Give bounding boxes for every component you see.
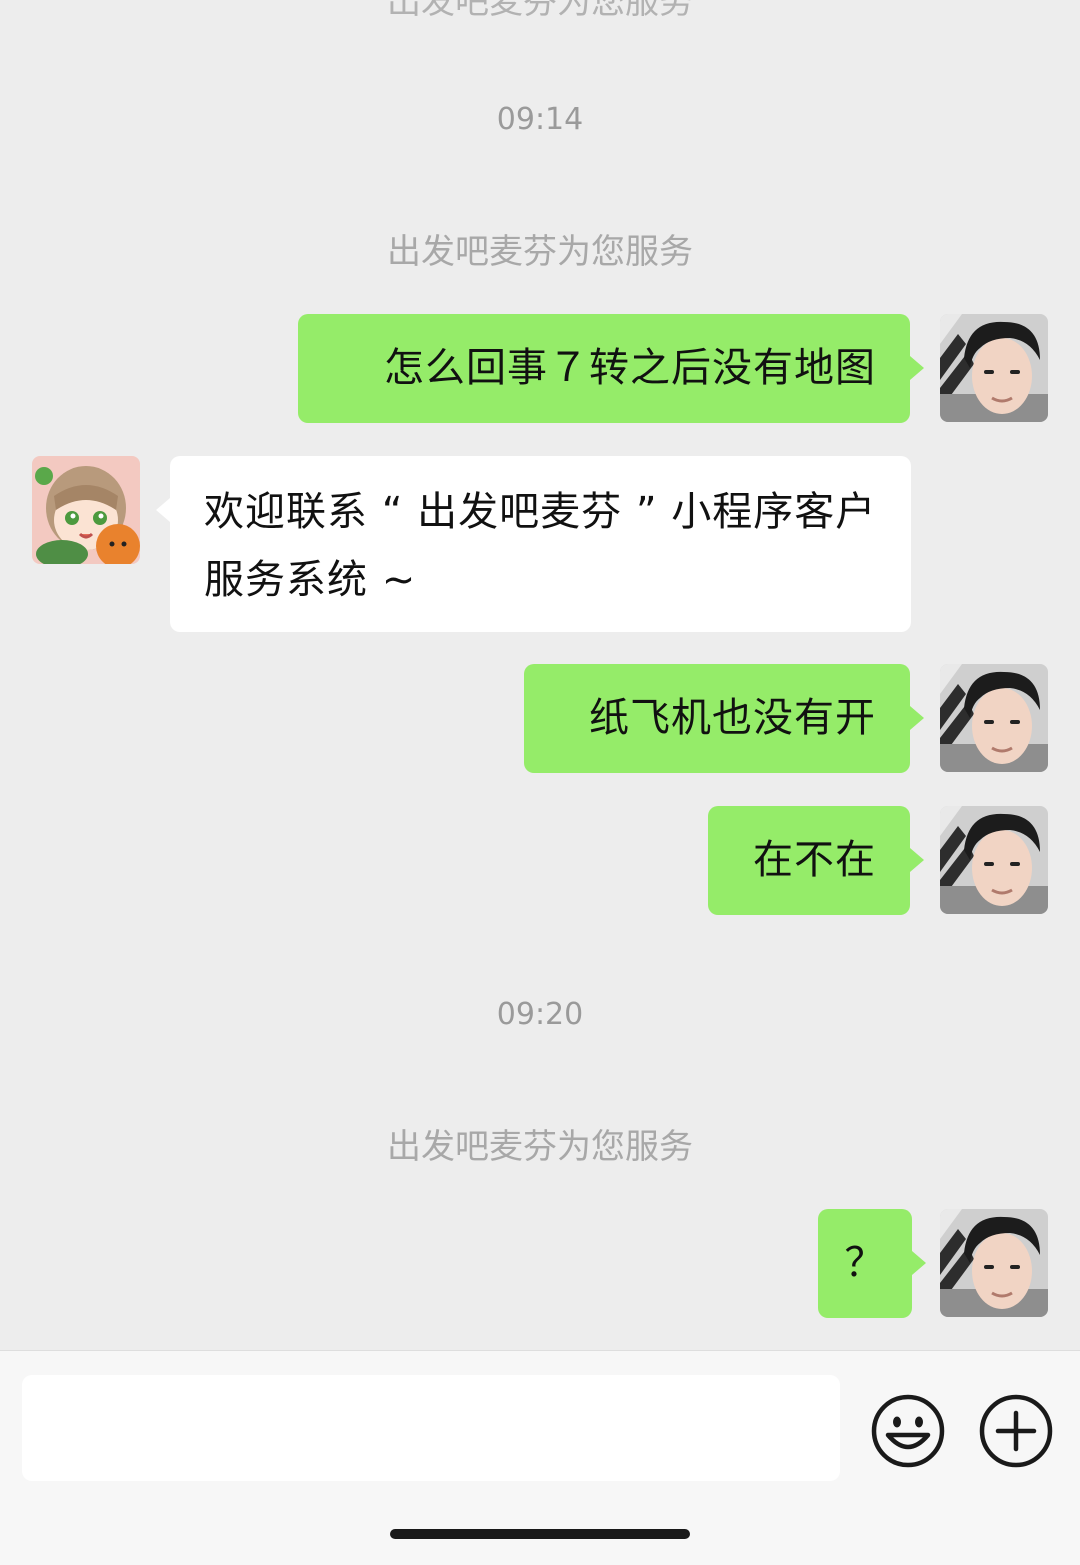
emoji-button[interactable] (870, 1393, 946, 1469)
message-input[interactable] (22, 1375, 840, 1481)
more-button[interactable] (978, 1393, 1054, 1469)
service-avatar[interactable] (32, 456, 140, 564)
timestamp: 09:14 (496, 102, 584, 137)
user-avatar[interactable] (940, 806, 1048, 914)
chat-input-bar (0, 1350, 1080, 1565)
message-text: 在不在 (753, 837, 876, 883)
system-notice-partial: 出发吧麦芬为您服务 (387, 0, 693, 22)
timestamp: 09:20 (496, 997, 584, 1032)
home-indicator[interactable] (390, 1529, 690, 1539)
system-notice: 出发吧麦芬为您服务 (387, 232, 693, 272)
plus-circle-icon (979, 1394, 1053, 1468)
message-bubble-outgoing[interactable]: 纸飞机也没有开 (524, 664, 924, 773)
message-text: 欢迎联系 “ 出发吧麦芬 ” 小程序客户服务系统 ~ (204, 489, 877, 603)
user-avatar[interactable] (940, 314, 1048, 422)
user-avatar[interactable] (940, 1209, 1048, 1317)
message-text: ？ (844, 1240, 886, 1286)
smiley-face-icon (871, 1394, 945, 1468)
system-notice: 出发吧麦芬为您服务 (387, 1127, 693, 1167)
message-bubble-outgoing[interactable]: 怎么回事７转之后没有地图 (298, 314, 924, 423)
message-bubble-outgoing[interactable]: 在不在 (708, 806, 924, 915)
message-text: 怎么回事７转之后没有地图 (384, 345, 876, 391)
chat-message-list[interactable]: 出发吧麦芬为您服务 09:14 出发吧麦芬为您服务 怎么回事７转之后没有地图 欢… (0, 0, 1080, 1350)
message-text: 纸飞机也没有开 (589, 695, 876, 741)
user-avatar[interactable] (940, 664, 1048, 772)
message-bubble-outgoing[interactable]: ？ (818, 1209, 926, 1318)
message-bubble-incoming[interactable]: 欢迎联系 “ 出发吧麦芬 ” 小程序客户服务系统 ~ (156, 456, 911, 632)
